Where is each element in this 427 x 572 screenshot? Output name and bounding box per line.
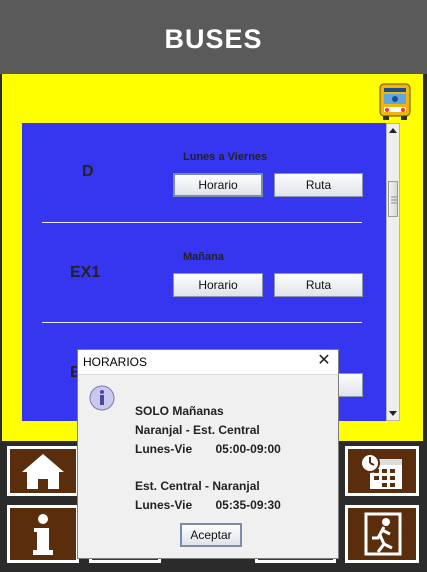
route-code-d: D xyxy=(82,163,94,180)
app-title: BUSES xyxy=(164,24,263,54)
route-ex1-ruta-button[interactable]: Ruta xyxy=(274,273,363,297)
accept-button[interactable]: Aceptar xyxy=(180,523,242,547)
calendar-clock-icon xyxy=(360,453,402,489)
route-separator xyxy=(42,322,362,323)
route-d-schedule-label: Lunes a Viernes xyxy=(183,151,268,163)
scroll-up-arrow-icon[interactable] xyxy=(386,123,400,138)
dialog-message-line: Est. Central - Naranjal xyxy=(135,479,260,493)
exit-button[interactable] xyxy=(345,505,419,563)
route-ex1-schedule-label: Mañana xyxy=(183,251,224,263)
schedule-button[interactable] xyxy=(345,446,419,496)
route-separator xyxy=(42,222,362,223)
dialog-message-line: Lunes-Vie 05:35-09:30 xyxy=(135,498,281,512)
scroll-thumb[interactable] xyxy=(388,181,398,217)
routes-scrollbar[interactable] xyxy=(386,123,400,421)
route-d-horario-button[interactable]: Horario xyxy=(173,173,263,197)
route-code-ex1: EX1 xyxy=(70,264,101,281)
scroll-down-arrow-icon[interactable] xyxy=(386,406,400,421)
info-circle-icon xyxy=(89,385,115,411)
dialog-message-line: SOLO Mañanas xyxy=(135,404,224,418)
info-button[interactable] xyxy=(7,505,79,563)
close-icon[interactable]: ✕ xyxy=(315,352,333,370)
horarios-dialog: HORARIOS ✕ SOLO Mañanas Naranjal - Est. … xyxy=(77,349,339,559)
dialog-message-line: Naranjal - Est. Central xyxy=(135,423,260,437)
home-icon xyxy=(22,454,64,489)
dialog-title: HORARIOS xyxy=(83,355,148,369)
dialog-message-line: Lunes-Vie 05:00-09:00 xyxy=(135,442,281,456)
route-d-ruta-button[interactable]: Ruta xyxy=(274,173,363,197)
route-ex1-horario-button[interactable]: Horario xyxy=(173,273,263,297)
bus-icon xyxy=(378,82,412,122)
home-button[interactable] xyxy=(7,446,79,496)
info-icon xyxy=(33,514,53,555)
exit-icon xyxy=(364,512,402,556)
